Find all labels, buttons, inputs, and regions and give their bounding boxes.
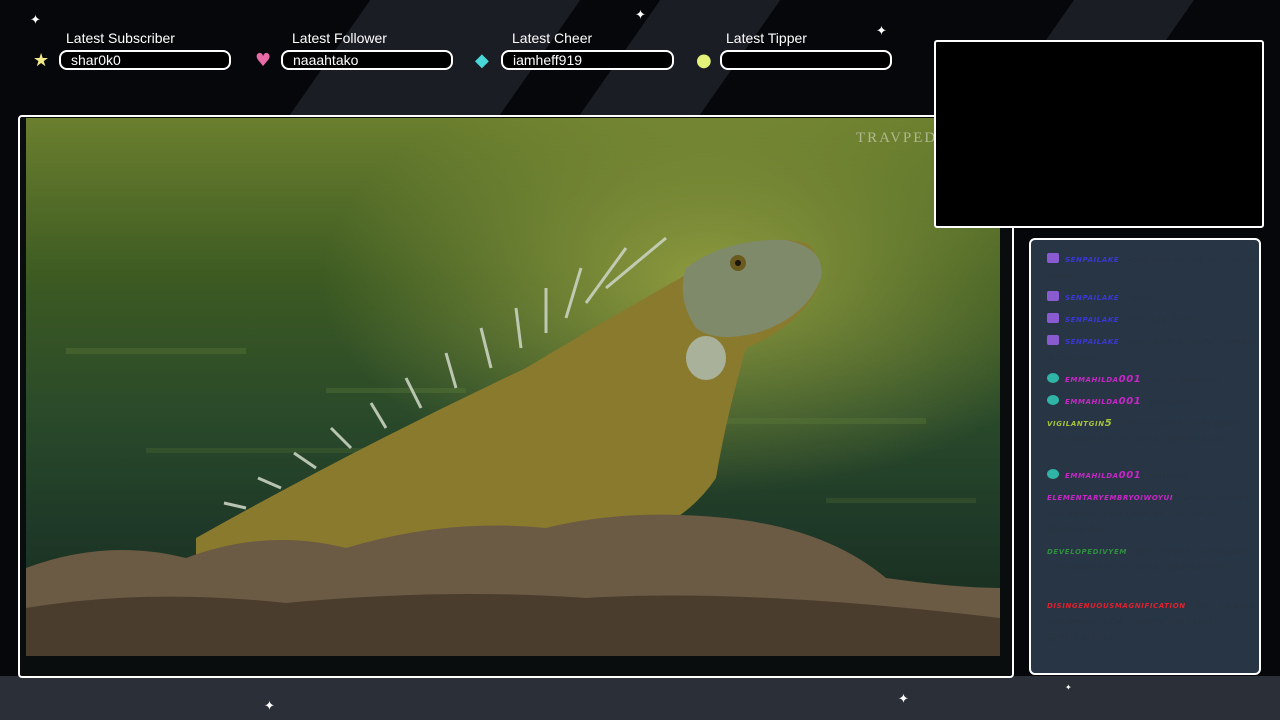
water-ripple [66, 348, 246, 354]
chat-message: developedivyem: Best viewers streamboo .… [1047, 546, 1251, 573]
subscriber-badge-icon [1047, 313, 1059, 323]
chat-message: senpailake: this man 2syck [1047, 312, 1259, 328]
coin-icon: ● [696, 50, 712, 71]
chat-username: emmahilda001 [1065, 396, 1142, 407]
iguana-spine [564, 267, 583, 319]
latest-subscriber-value: shar0k0 [59, 50, 231, 70]
chat-username: vigilantgin5 [1047, 418, 1113, 429]
iguana-spine [329, 426, 353, 450]
chat-message: elementaryembryoiwoyui: Cheap viewers st… [1047, 492, 1250, 535]
heart-icon: ♥ [255, 50, 272, 71]
water-ripple [826, 498, 976, 503]
subscriber-badge-icon [1047, 335, 1059, 345]
chat-username: senpailake [1065, 254, 1120, 265]
sparkle-icon: ✦ [264, 699, 275, 714]
chat-message: vigilantgin5: Cheap viewers streamboo .c… [1047, 418, 1243, 445]
chat-message: emmahilda001: heyoo brodaaa [1047, 372, 1259, 388]
video-player[interactable]: TRAVPEDIA [26, 118, 1000, 656]
chat-text: lmao [1127, 292, 1150, 303]
chat-text: Heyaaaa [1149, 470, 1189, 481]
iguana-spine [369, 402, 388, 429]
latest-tipper-value [720, 50, 892, 70]
sparkle-icon: ✦ [876, 24, 887, 39]
sparkle-icon: ✦ [1065, 683, 1072, 692]
chat-username: senpailake [1065, 292, 1120, 303]
chat-message: disingenuousmagnification: Best viewers … [1047, 600, 1256, 643]
iguana-cheek-scale [686, 336, 726, 380]
iguana-eye-pupil [735, 260, 741, 266]
chat-message: senpailake: what kind of aura farming is… [1047, 335, 1254, 363]
chat-message: emmahilda001: Heyaaaa [1047, 468, 1259, 484]
sparkle-icon: ✦ [898, 692, 909, 707]
subscriber-badge-icon [1047, 291, 1059, 301]
chat-username: disingenuousmagnification [1047, 600, 1186, 611]
cheer-badge-icon [1047, 373, 1059, 383]
star-icon: ★ [33, 50, 50, 71]
chat-message: senpailake: lmao [1047, 290, 1259, 306]
chat-text: this man 2syck [1127, 314, 1199, 325]
iguana-spine [479, 327, 493, 369]
chat-text: heyoo brodaaa [1149, 374, 1220, 385]
chat-username: emmahilda001 [1065, 470, 1142, 481]
chat-username: senpailake [1065, 336, 1120, 347]
iguana-spine [257, 476, 282, 490]
iguana-spine [293, 451, 317, 470]
chat-username: emmahilda001 [1065, 374, 1142, 385]
latest-subscriber-title: Latest Subscriber [66, 30, 175, 46]
iguana-spine [514, 307, 523, 349]
chat-message: emmahilda001: wassuppp [1047, 394, 1259, 410]
latest-cheer-title: Latest Cheer [512, 30, 593, 46]
sparkle-icon: ✦ [30, 13, 41, 28]
water-ripple [726, 418, 926, 424]
webcam-frame [934, 40, 1264, 228]
iguana-scene [26, 236, 1000, 656]
latest-cheer-value: iamheff919 [501, 50, 674, 70]
cheer-badge-icon [1047, 469, 1059, 479]
cheer-badge-icon [1047, 395, 1059, 405]
chat-panel: senpailake: hold man let me get off my p… [1029, 238, 1261, 675]
background-band [1045, 0, 1195, 40]
latest-tipper-title: Latest Tipper [726, 30, 807, 46]
water-ripple [146, 448, 366, 453]
background-bottom-strip [0, 676, 1280, 720]
chat-username: senpailake [1065, 314, 1120, 325]
sparkle-icon: ✦ [635, 8, 646, 23]
latest-follower-title: Latest Follower [292, 30, 387, 46]
chat-text: wassuppp [1149, 396, 1192, 407]
chat-username: elementaryembryoiwoyui [1047, 492, 1174, 503]
chat-username: developedivyem [1047, 546, 1127, 557]
iguana-spine [444, 352, 458, 389]
gem-icon: ◆ [475, 50, 489, 71]
water-ripple [326, 388, 466, 393]
subscriber-badge-icon [1047, 253, 1059, 263]
chat-message: senpailake: hold man let me get off my p… [1047, 253, 1259, 281]
iguana-head [682, 239, 822, 337]
iguana-spine [223, 501, 247, 510]
latest-follower-value: naaahtako [281, 50, 453, 70]
